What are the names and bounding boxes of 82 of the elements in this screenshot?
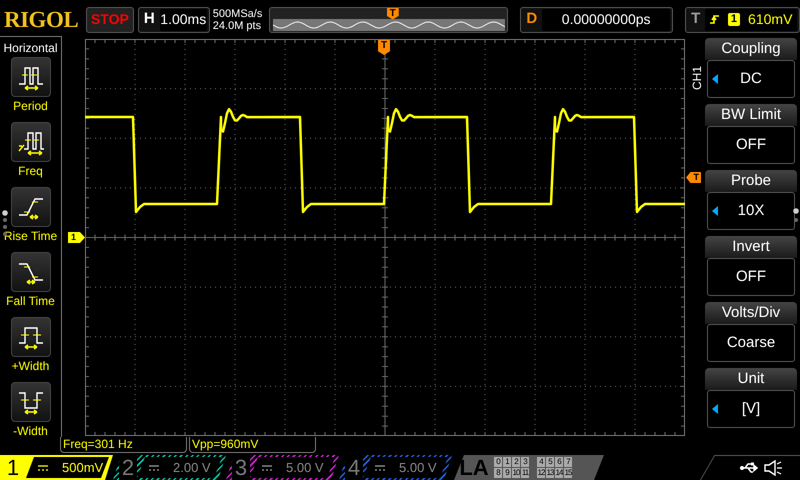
menu-value[interactable]: OFF: [707, 126, 795, 164]
measure-button[interactable]: [10, 122, 50, 162]
menu-title: Volts/Div: [705, 302, 797, 324]
measure-label: +Width: [12, 359, 50, 373]
measure-label: Period: [13, 99, 48, 113]
adjust-arrow-icon: [712, 206, 718, 216]
la-bit: 14: [555, 468, 563, 478]
measure-button[interactable]: [10, 57, 50, 97]
la-bit: 0: [494, 457, 502, 467]
timebase-display[interactable]: H 1.00ms: [138, 6, 210, 32]
trigger-level: 610mV: [748, 10, 792, 29]
channel-marker: 1: [68, 232, 85, 243]
trigger-position-marker: T: [386, 8, 399, 20]
rising-edge-icon: [710, 12, 720, 26]
panel-title: Horizontal: [2, 40, 59, 57]
channel-scale: 5.00 V: [399, 458, 437, 477]
channel-scale: 2.00 V: [173, 458, 211, 477]
menu-value[interactable]: OFF: [707, 258, 795, 296]
la-bit: 11: [521, 468, 529, 478]
measure-button[interactable]: [10, 382, 50, 422]
delay-label: D: [525, 9, 538, 30]
dc-coupling-icon: [149, 464, 159, 470]
brand-logo: RIGOL: [4, 8, 80, 31]
usb-icon: [740, 462, 760, 474]
la-bit: 4: [537, 457, 545, 467]
speaker-icon: [764, 460, 782, 476]
measure-button[interactable]: [10, 317, 50, 357]
adjust-arrow-icon: [712, 74, 718, 84]
measurement-readout: Freq=301 Hz: [60, 437, 187, 453]
page-indicator: [793, 208, 799, 224]
la-bit: 12: [537, 468, 545, 478]
menu-value[interactable]: Coarse: [707, 324, 795, 362]
la-bit: 9: [503, 468, 511, 478]
la-bit: 6: [555, 457, 563, 467]
channel-tab[interactable]: 2 2.00 V: [113, 455, 226, 480]
menu-title: Invert: [705, 236, 797, 258]
menu-title: Coupling: [705, 38, 797, 60]
timebase-value: 1.00ms: [160, 8, 207, 30]
menu-title: BW Limit: [705, 104, 797, 126]
channel-tab[interactable]: 1 500mV: [0, 455, 113, 480]
menu-value[interactable]: 10X: [707, 192, 795, 230]
channel-scale: 5.00 V: [286, 458, 324, 477]
la-bit: 1: [503, 457, 511, 467]
trigger-display[interactable]: T 1 610mV: [685, 6, 800, 32]
trigger-source: 1: [728, 13, 740, 26]
dc-coupling-icon: [375, 464, 385, 470]
channel-tab[interactable]: 3 5.00 V: [226, 455, 339, 480]
la-bit: 8: [494, 468, 502, 478]
memory-depth: 24.0M pts: [212, 20, 262, 32]
trigger-position-marker: T: [378, 40, 390, 55]
measure-button[interactable]: [10, 187, 50, 227]
la-bit: 3: [521, 457, 529, 467]
measure-label: Freq: [18, 164, 43, 178]
delay-display[interactable]: D 0.00000000ps: [520, 6, 674, 32]
menu-value[interactable]: [V]: [707, 390, 795, 428]
measurement-readout: Vpp=960mV: [189, 437, 316, 453]
la-bit: 7: [564, 457, 572, 467]
sample-rate: 500MSa/s: [212, 8, 264, 20]
delay-value: 0.00000000ps: [542, 8, 670, 30]
menu-title: Unit: [705, 368, 797, 390]
logic-analyzer-tab[interactable]: LA 0 1 2 3 4 5 6 7 8 9 10 11 12 13 14 15: [454, 455, 604, 480]
channel-scale: 500mV: [62, 458, 104, 477]
timebase-label: H: [142, 9, 156, 30]
la-bit: 5: [546, 457, 554, 467]
dc-coupling-icon: [262, 464, 272, 470]
trigger-label: T: [690, 9, 702, 30]
channel-menu-label: CH1: [689, 66, 705, 90]
la-bit: 15: [564, 468, 572, 478]
measure-label: Fall Time: [6, 294, 55, 308]
measure-label: -Width: [13, 424, 48, 438]
channel-tab[interactable]: 4 5.00 V: [339, 455, 452, 480]
trigger-level-marker: T: [686, 172, 701, 183]
la-bit: 10: [512, 468, 520, 478]
la-bit: 13: [546, 468, 554, 478]
menu-title: Probe: [705, 170, 797, 192]
measure-button[interactable]: [10, 252, 50, 292]
menu-value[interactable]: DC: [707, 60, 795, 98]
la-bit: 2: [512, 457, 520, 467]
adjust-arrow-icon: [712, 404, 718, 414]
la-label: LA: [458, 454, 490, 480]
run-stop-button[interactable]: STOP: [86, 6, 134, 32]
dc-coupling-icon: [38, 464, 48, 470]
